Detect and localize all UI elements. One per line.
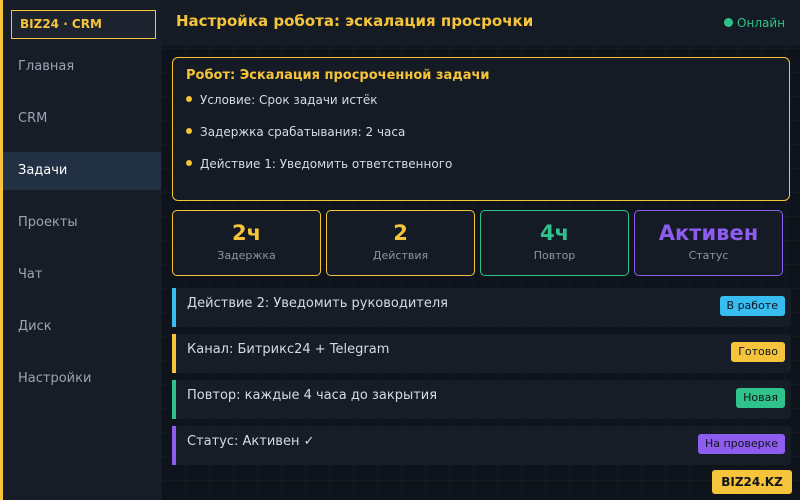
page-title: Настройка робота: эскалация просрочки (176, 12, 534, 30)
stat-label: Повтор (533, 249, 576, 262)
list-item-status[interactable]: Статус: Активен ✓ На проверке (172, 426, 791, 465)
stat-value: 4ч (539, 221, 570, 245)
online-status-label: Онлайн (737, 16, 785, 30)
robot-action-1-text: Действие 1: Уведомить ответственного (200, 157, 453, 171)
robot-action-1: Действие 1: Уведомить ответственного (186, 157, 452, 171)
robot-delay-text: Задержка срабатывания: 2 часа (200, 125, 406, 139)
sidebar-item-projects[interactable]: Проекты (3, 204, 161, 242)
list-item-text: Действие 2: Уведомить руководителя (187, 296, 448, 311)
sidebar-item-tasks[interactable]: Задачи (3, 152, 161, 190)
list-item-channel[interactable]: Канал: Битрикс24 + Telegram Готово (172, 334, 791, 373)
stat-card-repeat: 4ч Повтор (480, 210, 629, 276)
status-badge: Новая (736, 388, 785, 408)
sidebar-item-home[interactable]: Главная (3, 48, 161, 86)
robot-condition-text: Условие: Срок задачи истёк (200, 93, 378, 107)
robot-delay: Задержка срабатывания: 2 часа (186, 125, 405, 139)
list-item-text: Канал: Битрикс24 + Telegram (187, 342, 390, 357)
status-badge: Готово (731, 342, 785, 362)
robot-card: Робот: Эскалация просроченной задачи Усл… (172, 57, 790, 201)
stat-value: Активен (658, 221, 759, 245)
stat-label: Действия (372, 249, 429, 262)
stat-value: 2ч (231, 221, 262, 245)
stat-value: 2 (393, 221, 408, 245)
sidebar: BIZ24 · CRM Главная CRM Задачи Проекты Ч… (0, 0, 161, 500)
bullet-icon (186, 128, 192, 134)
robot-condition: Условие: Срок задачи истёк (186, 93, 378, 107)
stat-label: Задержка (217, 249, 276, 262)
main-content: Настройка робота: эскалация просрочки Он… (161, 0, 800, 500)
sidebar-item-chat[interactable]: Чат (3, 256, 161, 294)
stat-label: Статус (688, 249, 729, 262)
status-badge: На проверке (697, 434, 785, 454)
bullet-icon (186, 96, 192, 102)
brand-badge[interactable]: BIZ24.KZ (712, 470, 792, 494)
robot-title: Робот: Эскалация просроченной задачи (186, 68, 490, 83)
sidebar-item-crm[interactable]: CRM (3, 100, 161, 138)
stat-card-status: Активен Статус (634, 210, 783, 276)
app-logo[interactable]: BIZ24 · CRM (11, 10, 156, 39)
list-item-text: Статус: Активен ✓ (187, 434, 315, 449)
status-badge: В работе (719, 296, 785, 316)
list-item-action-2[interactable]: Действие 2: Уведомить руководителя В раб… (172, 288, 791, 327)
list-item-repeat[interactable]: Повтор: каждые 4 часа до закрытия Новая (172, 380, 791, 419)
sidebar-item-settings[interactable]: Настройки (3, 360, 161, 398)
bullet-icon (186, 160, 192, 166)
stat-card-delay: 2ч Задержка (172, 210, 321, 276)
sidebar-item-disk[interactable]: Диск (3, 308, 161, 346)
list-item-text: Повтор: каждые 4 часа до закрытия (187, 388, 438, 403)
page-header: Настройка робота: эскалация просрочки Он… (161, 0, 800, 46)
stat-card-actions: 2 Действия (326, 210, 475, 276)
online-status: Онлайн (724, 16, 785, 30)
online-dot-icon (724, 18, 734, 27)
